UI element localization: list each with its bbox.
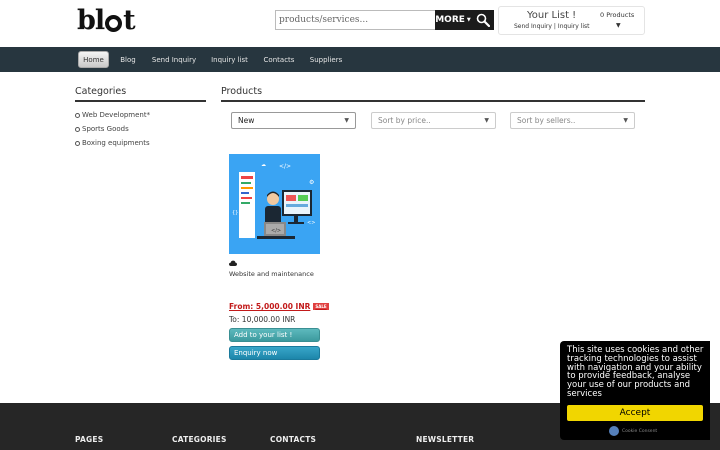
cookie-message: This site uses cookies and other trackin… (567, 345, 704, 399)
caret-down-icon: ▼ (623, 117, 628, 124)
footer-contacts-heading: CONTACTS (270, 435, 317, 444)
nav-send-inquiry[interactable]: Send Inquiry (150, 51, 198, 68)
product-name[interactable]: Website and maintenance (229, 270, 314, 278)
sort-price-select[interactable]: Sort by price.. ▼ (371, 112, 496, 129)
logo-o-icon (105, 15, 123, 32)
price-to-label: To: 10,000.00 INR (229, 315, 296, 324)
categories-list: Web Development* Sports Goods Boxing equ… (75, 108, 150, 150)
send-inquiry-link[interactable]: Send Inquiry (514, 23, 552, 30)
svg-text:<>: <> (307, 220, 315, 226)
categories-divider (75, 100, 206, 102)
page: blt MORE ▼ Your List ! Send Inquiry|Inqu… (0, 0, 720, 450)
search-input[interactable] (275, 10, 435, 30)
inquiry-list-link[interactable]: Inquiry list (558, 23, 590, 30)
cart-links: Send Inquiry | Inquiry list (514, 23, 590, 30)
cookie-consent-logo[interactable]: Cookie Consent (609, 426, 657, 436)
sort-new-select[interactable]: New ▼ (231, 112, 356, 129)
caret-down-icon: ▼ (344, 117, 349, 124)
category-item-boxing-equipments[interactable]: Boxing equipments (75, 136, 150, 150)
category-label: Web Development* (82, 111, 151, 119)
nav-label: Inquiry list (211, 55, 248, 64)
cloud-icon (229, 260, 237, 266)
svg-text:</>: </> (279, 163, 291, 170)
button-label: Enquiry now (234, 349, 278, 357)
svg-text:⚙: ⚙ (309, 179, 314, 186)
category-item-sports-goods[interactable]: Sports Goods (75, 122, 150, 136)
more-label: MORE (435, 15, 465, 25)
select-value: New (238, 116, 255, 125)
more-dropdown-button[interactable]: MORE ▼ (435, 10, 471, 30)
nav-label: Send Inquiry (151, 55, 197, 64)
add-to-list-button[interactable]: Add to your list ! (229, 328, 320, 342)
web-developer-illustration: </> </> ⚙ {} <> ☁ (229, 154, 320, 254)
nav-label: Home (83, 55, 104, 64)
main-nav: Home Blog Send Inquiry Inquiry list Cont… (0, 47, 720, 72)
products-count[interactable]: 0 Products (600, 11, 634, 19)
footer-newsletter-heading: NEWSLETTER (416, 435, 475, 444)
category-item-web-development[interactable]: Web Development* (75, 108, 150, 122)
circle-bullet-icon (75, 126, 80, 132)
cookie-consent-banner: This site uses cookies and other trackin… (560, 341, 710, 440)
product-image[interactable]: </> </> ⚙ {} <> ☁ (229, 154, 320, 254)
category-label: Sports Goods (82, 125, 129, 133)
cookie-brand-label: Cookie Consent (622, 428, 658, 434)
svg-text:☁: ☁ (261, 162, 266, 168)
svg-text:{}: {} (232, 210, 238, 216)
categories-heading: Categories (75, 86, 127, 97)
nav-inquiry-list[interactable]: Inquiry list (209, 51, 250, 68)
svg-text:</>: </> (271, 228, 281, 234)
site-header: blt MORE ▼ Your List ! Send Inquiry|Inqu… (0, 0, 720, 48)
select-value: Sort by price.. (378, 116, 431, 125)
nav-blog[interactable]: Blog (116, 51, 140, 68)
products-divider (221, 100, 645, 102)
search-button[interactable] (471, 10, 494, 30)
site-logo[interactable]: bl t (77, 5, 136, 36)
sale-badge: SALE (313, 303, 329, 310)
cookie-consent-icon (609, 426, 619, 436)
cart-separator: | (553, 23, 556, 30)
footer-pages-heading: PAGES (75, 435, 104, 444)
your-list-box: Your List ! Send Inquiry | Inquiry list 0 … (498, 6, 645, 35)
sort-sellers-select[interactable]: Sort by sellers.. ▼ (510, 112, 635, 129)
nav-label: Suppliers (309, 55, 343, 64)
price-from-link[interactable]: From: 5,000.00 INR SALE (229, 302, 329, 311)
accept-cookies-button[interactable]: Accept (567, 405, 703, 421)
nav-home[interactable]: Home (78, 51, 109, 68)
nav-label: Blog (120, 55, 136, 64)
price-from-label: From: 5,000.00 INR (229, 302, 311, 311)
search-icon (476, 13, 490, 27)
search-bar: MORE ▼ (275, 10, 494, 30)
button-label: Add to your list ! (234, 331, 293, 339)
caret-down-icon[interactable]: ▼ (616, 22, 621, 29)
footer-categories-heading: CATEGORIES (172, 435, 227, 444)
nav-suppliers[interactable]: Suppliers (308, 51, 344, 68)
caret-down-icon: ▼ (484, 117, 489, 124)
nav-label: Contacts (263, 55, 295, 64)
nav-contacts[interactable]: Contacts (261, 51, 297, 68)
category-label: Boxing equipments (82, 139, 150, 147)
enquiry-now-button[interactable]: Enquiry now (229, 346, 320, 360)
products-heading: Products (221, 86, 263, 97)
logo-text-start: bl (77, 5, 105, 36)
select-value: Sort by sellers.. (517, 116, 576, 125)
your-list-title: Your List ! (527, 10, 577, 21)
circle-bullet-icon (75, 140, 80, 146)
logo-text-end: t (123, 5, 136, 36)
circle-bullet-icon (75, 112, 80, 118)
